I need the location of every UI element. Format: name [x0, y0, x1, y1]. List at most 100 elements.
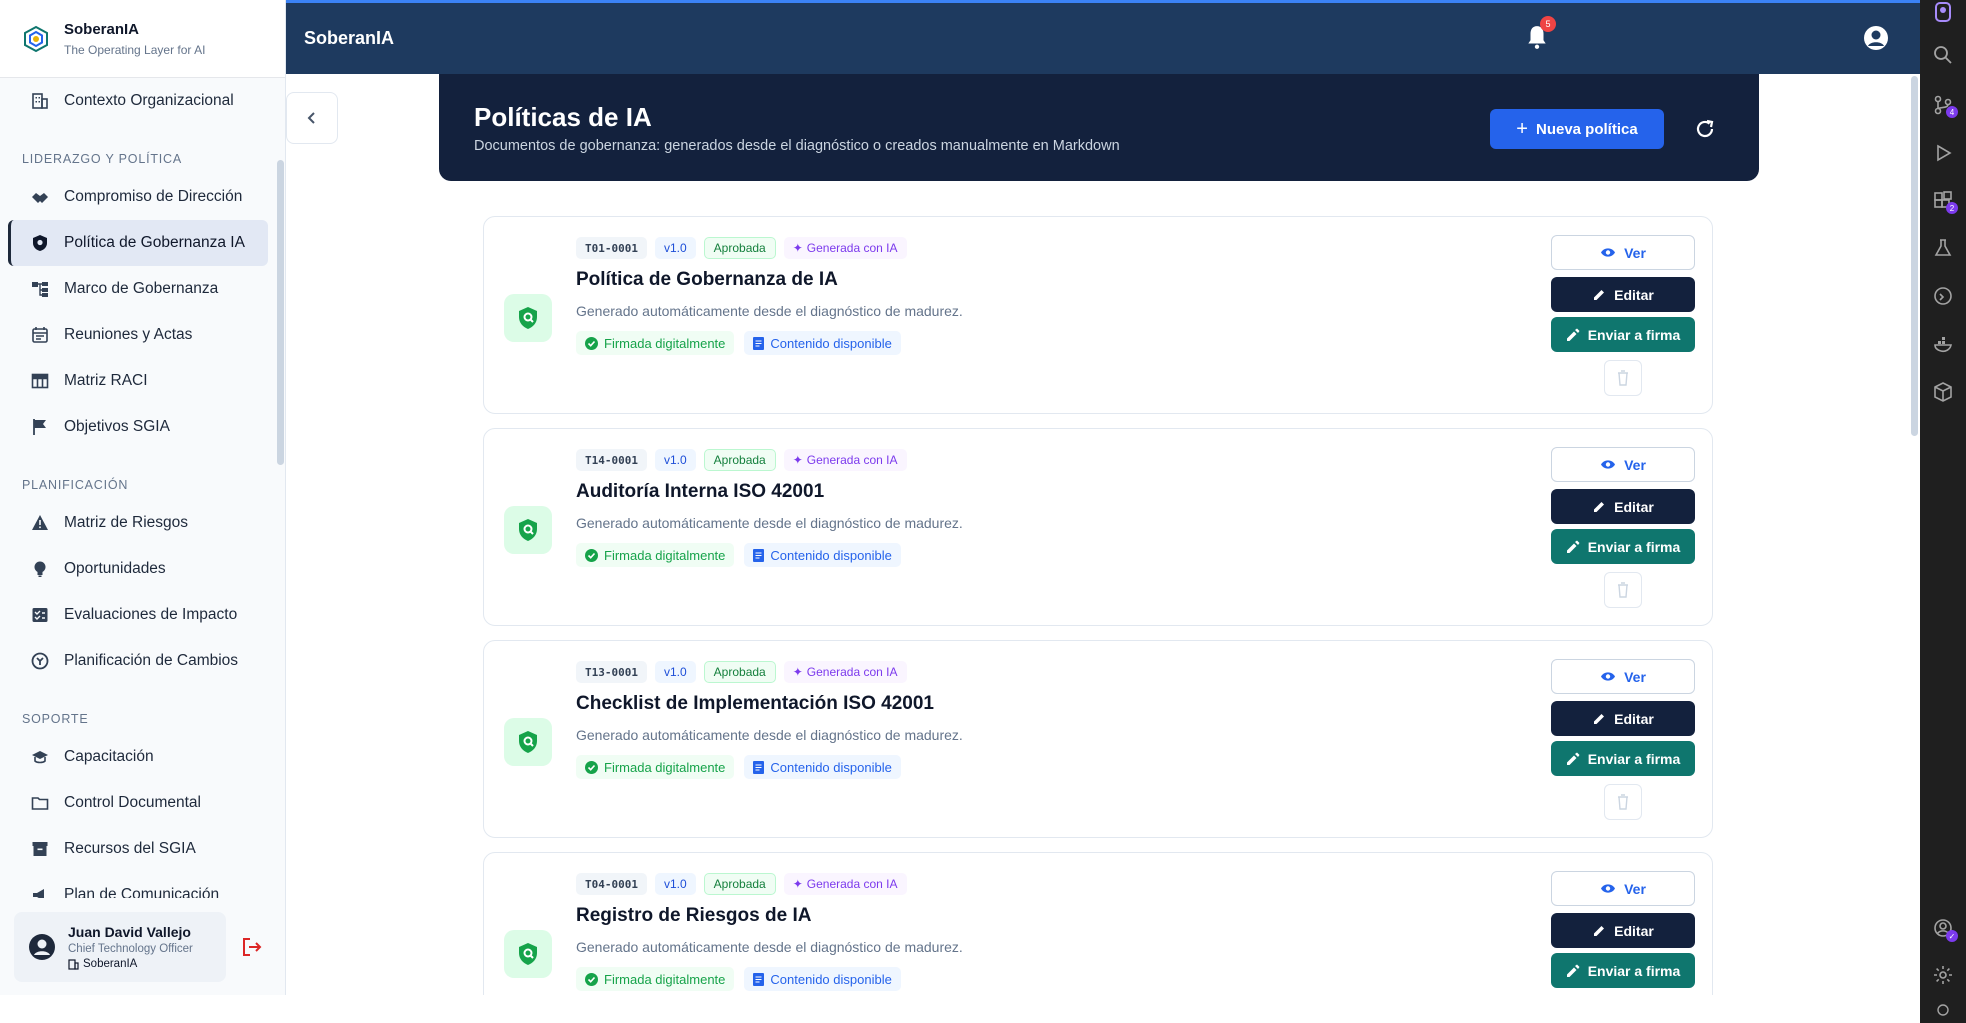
user-role: Chief Technology Officer [68, 943, 193, 955]
ai-generated-badge: ✦ Generada con IA [783, 873, 907, 895]
document-icon [753, 336, 765, 350]
sidebar-item-matriz-riesgos[interactable]: Matriz de Riesgos [8, 500, 268, 546]
policy-title[interactable]: Política de Gobernanza de IA [576, 269, 838, 291]
collapse-sidebar-button[interactable] [286, 92, 338, 144]
topbar: SoberanIA [286, 0, 1920, 74]
logout-icon[interactable] [240, 935, 264, 959]
policy-title[interactable]: Checklist de Implementación ISO 42001 [576, 693, 934, 715]
handshake-icon [30, 187, 50, 207]
policy-chips: T01-0001 v1.0 Aprobada ✦ Generada con IA [576, 237, 907, 259]
sidebar-item-control-documental[interactable]: Control Documental [8, 780, 268, 826]
docker-icon[interactable] [1933, 334, 1953, 354]
account-circle-icon[interactable] [1862, 24, 1890, 52]
change-cycle-icon [30, 651, 50, 671]
brand[interactable]: SoberanIA The Operating Layer for AI [0, 0, 285, 78]
sidebar-item-planificacion-cambios[interactable]: Planificación de Cambios [8, 638, 268, 684]
check-circle-icon [585, 548, 598, 562]
view-button[interactable]: Ver [1551, 447, 1695, 482]
trash-icon [1618, 582, 1628, 598]
sidebar-item-reuniones-actas[interactable]: Reuniones y Actas [8, 312, 268, 358]
folder-icon [30, 793, 50, 813]
chevron-left-icon [307, 112, 315, 124]
sidebar-item-evaluaciones-impacto[interactable]: Evaluaciones de Impacto [8, 592, 268, 638]
flag-icon [30, 417, 50, 437]
edit-button[interactable]: Editar [1551, 489, 1695, 524]
view-button[interactable]: Ver [1551, 235, 1695, 270]
policy-code-chip: T04-0001 [576, 873, 647, 895]
view-button[interactable]: Ver [1551, 659, 1695, 694]
view-button[interactable]: Ver [1551, 871, 1695, 906]
policy-shield-icon [504, 718, 552, 766]
archive-icon [30, 839, 50, 859]
trash-icon [1618, 794, 1628, 810]
delete-button[interactable] [1604, 572, 1642, 608]
ai-generated-label: Generada con IA [806, 877, 898, 891]
sidebar-item-marco-gobernanza[interactable]: Marco de Gobernanza [8, 266, 268, 312]
policy-shield-icon [30, 233, 50, 253]
status-icon[interactable] [1936, 1003, 1950, 1017]
main-scrollbar[interactable] [1911, 76, 1918, 436]
calendar-icon [30, 325, 50, 345]
sparkle-icon: ✦ [792, 665, 803, 679]
run-debug-icon[interactable] [1933, 143, 1953, 163]
send-to-sign-button[interactable]: Enviar a firma [1551, 529, 1695, 564]
sparkle-icon: ✦ [792, 453, 803, 467]
send-to-sign-button[interactable]: Enviar a firma [1551, 953, 1695, 988]
user-org-name: SoberanIA [83, 958, 138, 970]
edit-button[interactable]: Editar [1551, 701, 1695, 736]
policy-card: T04-0001 v1.0 Aprobada ✦ Generada con IA … [483, 852, 1713, 995]
send-sign-label: Enviar a firma [1587, 326, 1681, 343]
user-card[interactable]: Juan David Vallejo Chief Technology Offi… [14, 912, 226, 982]
sidebar-item-label: Marco de Gobernanza [64, 280, 219, 297]
policy-shield-icon [504, 506, 552, 554]
refresh-icon[interactable] [1694, 118, 1716, 140]
delete-button[interactable] [1604, 784, 1642, 820]
table-icon [30, 371, 50, 391]
user-org: SoberanIA [68, 958, 193, 970]
edit-label: Editar [1614, 498, 1654, 515]
policy-description: Generado automáticamente desde el diagnó… [576, 727, 963, 743]
send-sign-label: Enviar a firma [1587, 750, 1681, 767]
sidebar-item-recursos-sgia[interactable]: Recursos del SGIA [8, 826, 268, 872]
check-circle-icon [585, 336, 598, 350]
policy-tags: Firmada digitalmente Contenido disponibl… [576, 755, 901, 779]
ai-generated-badge: ✦ Generada con IA [783, 661, 907, 683]
settings-gear-icon[interactable] [1933, 965, 1953, 985]
testing-flask-icon[interactable] [1933, 238, 1953, 258]
rail-badge: ✓ [1946, 930, 1958, 942]
check-circle-icon [585, 760, 598, 774]
content-tag: Contenido disponible [744, 331, 901, 355]
megaphone-icon [30, 885, 50, 898]
edit-button[interactable]: Editar [1551, 277, 1695, 312]
package-icon[interactable] [1933, 382, 1953, 402]
send-to-sign-button[interactable]: Enviar a firma [1551, 741, 1695, 776]
bottom-strip [0, 995, 1920, 1023]
send-to-sign-button[interactable]: Enviar a firma [1551, 317, 1695, 352]
sidebar-item-capacitacion[interactable]: Capacitación [8, 734, 268, 780]
policy-title[interactable]: Registro de Riesgos de IA [576, 905, 811, 927]
sidebar-item-compromiso-direccion[interactable]: Compromiso de Dirección [8, 174, 268, 220]
policy-tags: Firmada digitalmente Contenido disponibl… [576, 331, 901, 355]
new-policy-button[interactable]: + Nueva política [1490, 109, 1664, 149]
sidebar-item-objetivos-sgia[interactable]: Objetivos SGIA [8, 404, 268, 450]
policy-title[interactable]: Auditoría Interna ISO 42001 [576, 481, 824, 503]
page-subtitle: Documentos de gobernanza: generados desd… [474, 138, 1120, 154]
app-icon[interactable] [1933, 2, 1953, 22]
sidebar-item-plan-comunicacion[interactable]: Plan de Comunicación [8, 872, 268, 898]
content-tag: Contenido disponible [744, 755, 901, 779]
sidebar-scrollbar[interactable] [277, 160, 284, 465]
signed-tag: Firmada digitalmente [576, 331, 735, 355]
delete-button[interactable] [1604, 360, 1642, 396]
sidebar-item-label: Objetivos SGIA [64, 418, 170, 435]
sidebar-item-oportunidades[interactable]: Oportunidades [8, 546, 268, 592]
signature-icon [1566, 964, 1580, 978]
sidebar-item-contexto-organizacional[interactable]: Contexto Organizacional [8, 78, 268, 124]
remote-icon[interactable] [1933, 286, 1953, 306]
sidebar-item-politica-gobernanza[interactable]: Política de Gobernanza IA [8, 220, 268, 266]
signature-icon [1566, 540, 1580, 554]
edit-button[interactable]: Editar [1551, 913, 1695, 948]
building-icon [68, 958, 79, 970]
sidebar-item-matriz-raci[interactable]: Matriz RACI [8, 358, 268, 404]
policy-code-chip: T13-0001 [576, 661, 647, 683]
search-icon[interactable] [1933, 45, 1953, 65]
